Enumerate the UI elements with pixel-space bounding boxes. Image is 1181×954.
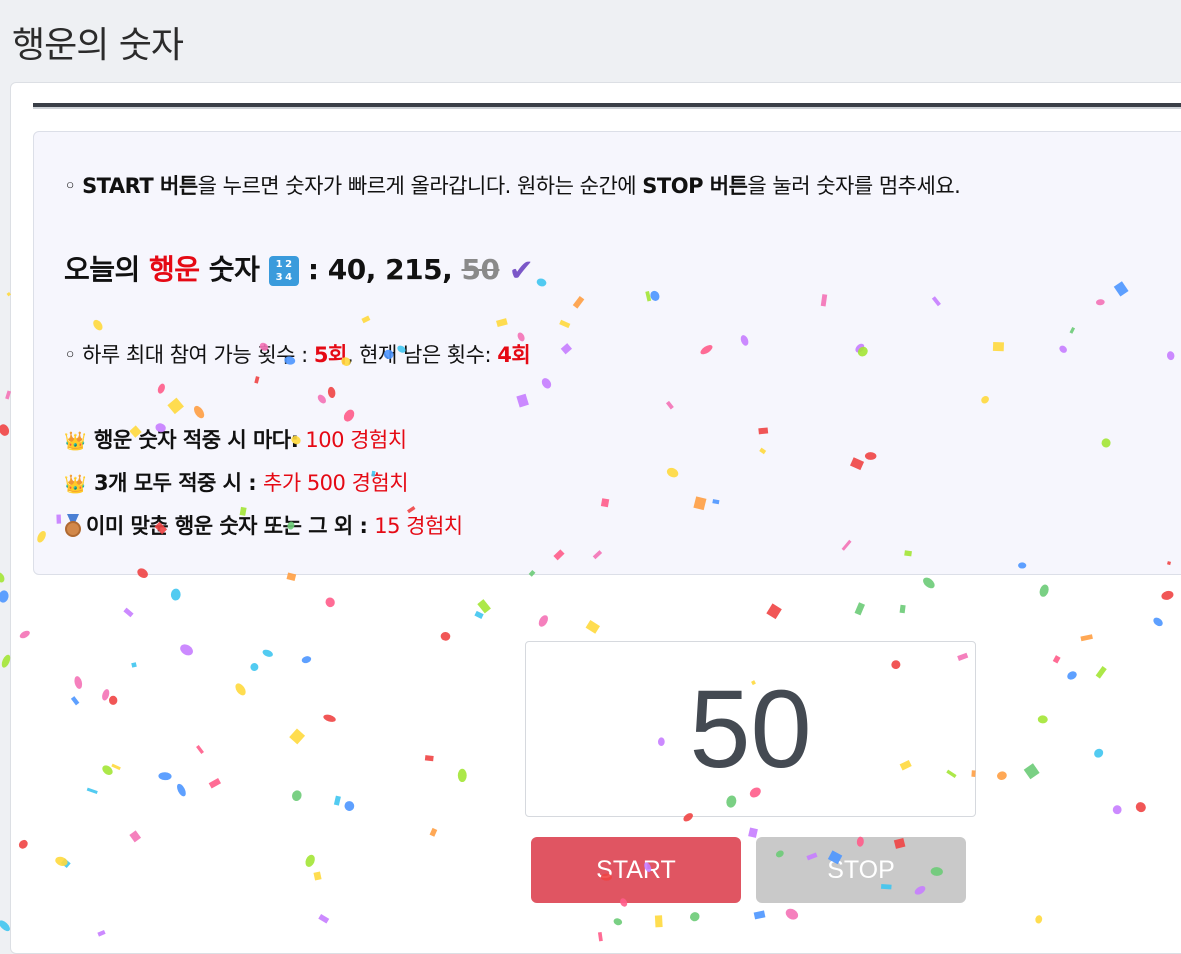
lucky-label-suffix: 숫자	[199, 253, 260, 286]
reward-label: 행운 숫자 적중 시 마다:	[94, 428, 306, 452]
lucky-label-highlight: 행운	[149, 253, 200, 286]
participation-limit: ◦ 하루 최대 참여 가능 횟수 : 5회, 현재 남은 횟수: 4회	[64, 339, 531, 369]
crown-icon: 👑	[64, 474, 86, 495]
reward-value: 추가 500 경험치	[263, 471, 409, 495]
lucky-numbers-heading: 오늘의 행운 숫자 1 23 4 : 40, 215, 50 ✔	[64, 248, 534, 289]
reward-item: 👑 3개 모두 적중 시 : 추가 500 경험치	[64, 467, 409, 497]
medal-icon	[64, 514, 82, 537]
bullet: ◦	[64, 174, 83, 198]
confetti-piece	[0, 572, 5, 583]
lucky-numbers-value: 40, 215,	[327, 253, 462, 286]
lucky-number-struck: 50	[461, 253, 500, 286]
intro-text-end: 을 눌러 숫자를 멈추세요.	[747, 174, 961, 198]
reward-label: 이미 맞춘 행운 숫자 또는 그 외 :	[86, 514, 375, 538]
bullet: ◦	[64, 343, 83, 367]
reward-label: 3개 모두 적중 시 :	[94, 471, 263, 495]
lucky-label-prefix: 오늘의	[64, 253, 150, 286]
reward-item: 👑 행운 숫자 적중 시 마다: 100 경험치	[64, 424, 407, 454]
page-title: 행운의 숫자	[12, 25, 184, 66]
stop-button[interactable]: STOP	[756, 837, 966, 903]
top-divider	[33, 103, 1181, 109]
limit-remaining-value: 4회	[497, 343, 531, 367]
intro-text-part: 을 누르면 숫자가 빠르게 올라갑니다. 원하는 순간에	[197, 174, 643, 198]
crown-icon: 👑	[64, 431, 86, 452]
number-display: 50	[525, 641, 976, 817]
intro-start-label: START 버튼	[82, 174, 198, 198]
intro-text: ◦ START 버튼을 누르면 숫자가 빠르게 올라갑니다. 원하는 순간에 S…	[64, 170, 961, 200]
start-button[interactable]: START	[531, 837, 741, 903]
limit-max-value: 5회	[313, 343, 347, 367]
reward-value: 15 경험치	[374, 514, 463, 538]
check-icon: ✔	[508, 253, 534, 289]
lucky-separator: :	[298, 253, 328, 286]
limit-label: 하루 최대 참여 가능 횟수 :	[82, 343, 314, 367]
confetti-piece	[0, 590, 9, 603]
intro-stop-label: STOP 버튼	[642, 174, 748, 198]
main-card: ◦ START 버튼을 누르면 숫자가 빠르게 올라갑니다. 원하는 순간에 S…	[10, 82, 1181, 954]
info-box: ◦ START 버튼을 누르면 숫자가 빠르게 올라갑니다. 원하는 순간에 S…	[33, 131, 1181, 575]
reward-item: 이미 맞춘 행운 숫자 또는 그 외 : 15 경험치	[64, 510, 463, 540]
numbers-icon: 1 23 4	[268, 256, 299, 286]
limit-remaining-label: , 현재 남은 횟수:	[346, 343, 498, 367]
reward-value: 100 경험치	[305, 428, 407, 452]
